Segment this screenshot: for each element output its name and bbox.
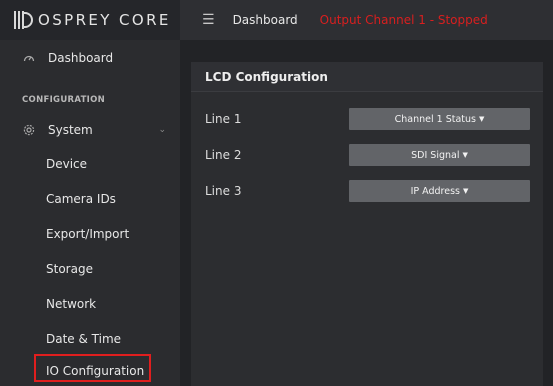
lcd-line-row: Line 1 Channel 1 Status ▼ <box>205 108 531 130</box>
caret-down-icon: ▼ <box>478 115 485 123</box>
section-label-configuration: CONFIGURATION <box>22 95 106 105</box>
caret-down-icon: ▼ <box>462 151 468 159</box>
row-label: Line 2 <box>205 148 242 162</box>
logo[interactable]: OSPREY CORE <box>0 0 180 40</box>
sidebar-item-system[interactable]: System ⌄ <box>0 113 180 147</box>
page-title: Dashboard <box>232 13 298 27</box>
dropdown-value: Channel 1 Status <box>394 113 476 125</box>
sidebar-item-date-time[interactable]: Date & Time <box>46 332 121 346</box>
lcd-line-row: Line 2 SDI Signal ▼ <box>205 144 531 166</box>
caret-down-icon: ▼ <box>463 187 469 195</box>
sidebar-item-camera-ids[interactable]: Camera IDs <box>46 192 116 206</box>
sidebar-item-label: Dashboard <box>48 51 114 65</box>
chevron-down-icon: ⌄ <box>158 125 166 135</box>
gear-icon <box>22 123 36 137</box>
sidebar: OSPREY CORE Dashboard CONFIGURATION Syst… <box>0 0 180 386</box>
app-window: OSPREY CORE Dashboard CONFIGURATION Syst… <box>0 0 553 386</box>
logo-text: OSPREY CORE <box>38 11 171 29</box>
top-header: ☰ Dashboard Output Channel 1 - Stopped <box>180 0 553 40</box>
sidebar-item-device[interactable]: Device <box>46 157 87 171</box>
osprey-logo-icon <box>14 11 33 29</box>
sidebar-item-export-import[interactable]: Export/Import <box>46 227 129 241</box>
gauge-icon <box>22 51 36 65</box>
lcd-configuration-panel: LCD Configuration Line 1 Channel 1 Statu… <box>191 62 543 386</box>
hamburger-menu-icon[interactable]: ☰ <box>202 12 215 28</box>
dropdown-value: SDI Signal <box>411 149 460 161</box>
sidebar-item-network[interactable]: Network <box>46 297 96 311</box>
row-label: Line 3 <box>205 184 242 198</box>
row-label: Line 1 <box>205 112 242 126</box>
lcd-line-row: Line 3 IP Address ▼ <box>205 180 531 202</box>
line-1-dropdown[interactable]: Channel 1 Status ▼ <box>349 108 530 130</box>
highlight-box <box>34 354 151 382</box>
sidebar-item-label: System <box>48 123 93 137</box>
status-text: Output Channel 1 - Stopped <box>319 13 488 27</box>
sidebar-item-storage[interactable]: Storage <box>46 262 93 276</box>
line-3-dropdown[interactable]: IP Address ▼ <box>349 180 530 202</box>
panel-title: LCD Configuration <box>191 62 543 92</box>
sidebar-item-dashboard[interactable]: Dashboard <box>0 40 180 76</box>
dropdown-value: IP Address <box>410 185 460 197</box>
line-2-dropdown[interactable]: SDI Signal ▼ <box>349 144 530 166</box>
